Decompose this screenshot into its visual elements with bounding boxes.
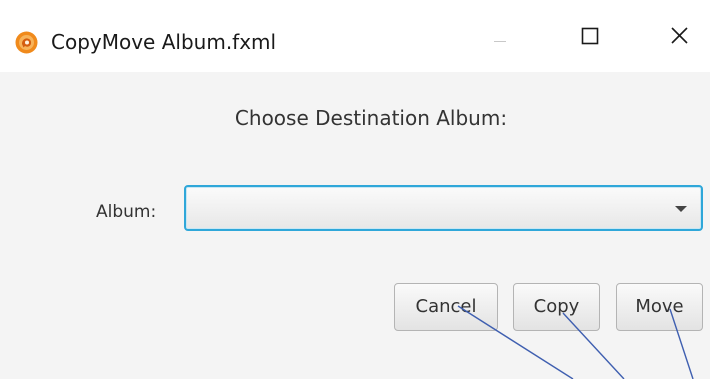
title-bar: CopyMove Album.fxml xyxy=(0,0,728,72)
dialog-heading: Choose Destination Album: xyxy=(234,106,508,130)
minimize-button[interactable] xyxy=(470,21,530,63)
minimize-icon xyxy=(494,41,506,42)
window-title: CopyMove Album.fxml xyxy=(51,30,277,54)
album-dropdown[interactable] xyxy=(184,185,703,231)
dialog-body: Choose Destination Album: Album: Cancel … xyxy=(0,72,710,379)
window: CopyMove Album.fxml Choose Destination A… xyxy=(0,0,728,379)
maximize-button[interactable] xyxy=(558,21,618,63)
maximize-icon xyxy=(581,27,599,45)
close-icon xyxy=(671,27,688,44)
move-button[interactable]: Move xyxy=(616,283,703,331)
album-label: Album: xyxy=(96,202,157,222)
chevron-down-icon[interactable] xyxy=(675,206,687,212)
cancel-button[interactable]: Cancel xyxy=(394,283,498,331)
close-button[interactable] xyxy=(650,21,710,63)
copy-button[interactable]: Copy xyxy=(513,283,600,331)
app-logo-icon xyxy=(15,31,38,54)
